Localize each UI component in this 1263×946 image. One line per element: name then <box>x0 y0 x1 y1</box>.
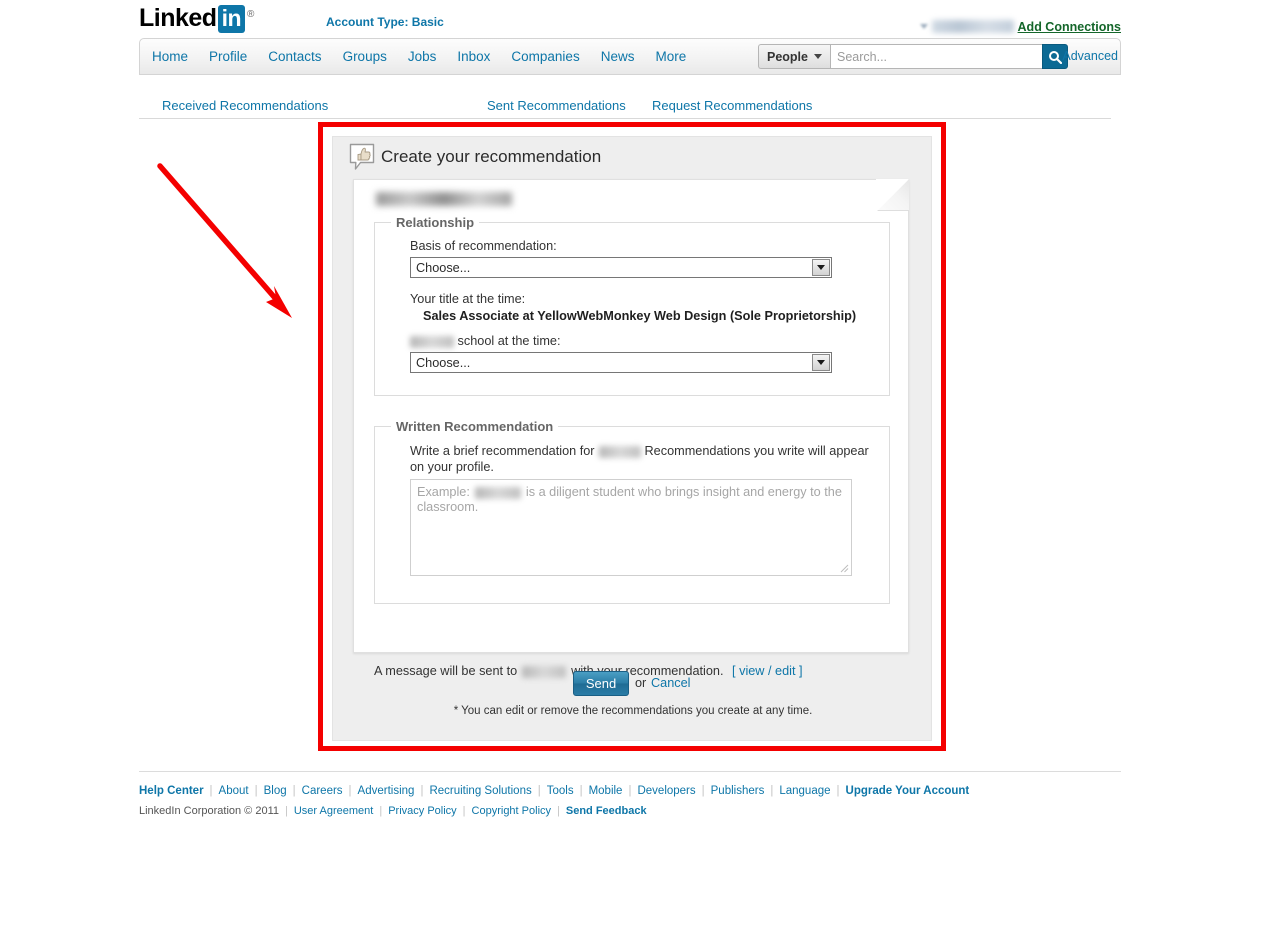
school-label: school at the time: <box>410 334 561 348</box>
written-intro-text: Write a brief recommendation for Recommen… <box>410 443 873 475</box>
textarea-placeholder-before: Example: <box>417 485 470 499</box>
footer-link-blog[interactable]: Blog <box>264 785 287 797</box>
footer-link-about[interactable]: About <box>219 785 249 797</box>
or-label: or <box>635 676 647 690</box>
nav-news[interactable]: News <box>601 49 635 64</box>
resize-handle-icon[interactable] <box>839 563 849 573</box>
footer-link-careers[interactable]: Careers <box>302 785 343 797</box>
textarea-name-redacted <box>474 486 521 499</box>
magnifier-icon <box>1049 50 1062 64</box>
footer-secondary-links: LinkedIn Corporation © 2011 | User Agreeme… <box>139 805 647 817</box>
recommendation-textarea[interactable]: Example: is a diligent student who brings… <box>410 479 852 576</box>
footer-link-privacy-policy[interactable]: Privacy Policy <box>388 805 456 817</box>
header-user-area: Add Connections <box>919 18 1121 36</box>
footer-link-help-center[interactable]: Help Center <box>139 785 204 797</box>
your-title-label: Your title at the time: <box>410 292 526 306</box>
chevron-down-icon[interactable] <box>812 354 830 371</box>
footer-primary-links: Help Center | About | Blog | Careers | Advertisi… <box>139 785 970 797</box>
footer-link-advertising[interactable]: Advertising <box>358 785 415 797</box>
school-select-value: Choose... <box>416 355 471 370</box>
chevron-down-icon[interactable] <box>812 259 830 276</box>
view-edit-open: [ <box>732 664 736 678</box>
view-edit-close: ] <box>799 664 803 678</box>
nav-home[interactable]: Home <box>152 49 188 64</box>
your-title-value: Sales Associate at YellowWebMonkey Web D… <box>423 309 857 323</box>
footer-link-upgrade-account[interactable]: Upgrade Your Account <box>846 785 970 797</box>
nav-links: Home Profile Contacts Groups Jobs Inbox Compan… <box>152 48 707 66</box>
nav-jobs[interactable]: Jobs <box>408 49 437 64</box>
edit-remove-note: * You can edit or remove the recommendat… <box>453 705 813 717</box>
cancel-link[interactable]: Cancel <box>651 676 691 690</box>
basis-of-recommendation-select[interactable]: Choose... <box>410 257 832 278</box>
footer-link-tools[interactable]: Tools <box>547 785 574 797</box>
footer-link-developers[interactable]: Developers <box>637 785 695 797</box>
footer-link-copyright-policy[interactable]: Copyright Policy <box>472 805 551 817</box>
footer-link-mobile[interactable]: Mobile <box>589 785 623 797</box>
nav-companies[interactable]: Companies <box>511 49 579 64</box>
tab-sent-recommendations[interactable]: Sent Recommendations <box>487 98 626 113</box>
nav-more[interactable]: More <box>655 49 686 64</box>
logo-word: Linked <box>139 4 217 32</box>
relationship-fieldset: Relationship Basis of recommendation: Ch… <box>374 215 890 396</box>
add-connections-link[interactable]: Add Connections <box>1018 20 1121 34</box>
basis-of-recommendation-label: Basis of recommendation: <box>410 239 557 253</box>
page-root: Linked in ® Account Type: Basic Add Connec… <box>0 0 1263 946</box>
advanced-search-link[interactable]: Advanced <box>1062 49 1118 63</box>
search-bar: People <box>758 44 1068 69</box>
written-recommendation-fieldset: Written Recommendation Write a brief rec… <box>374 419 890 604</box>
footer-link-user-agreement[interactable]: User Agreement <box>294 805 373 817</box>
panel-title: Create your recommendation <box>381 147 602 166</box>
written-intro-before: Write a brief recommendation for <box>410 444 595 458</box>
tab-received-recommendations[interactable]: Received Recommendations <box>162 98 328 113</box>
send-button[interactable]: Send <box>573 671 629 696</box>
search-scope-label: People <box>767 49 808 64</box>
footer-link-publishers[interactable]: Publishers <box>711 785 765 797</box>
basis-select-value: Choose... <box>416 260 471 275</box>
recommendation-card: Relationship Basis of recommendation: Ch… <box>353 179 909 678</box>
search-scope-dropdown[interactable]: People <box>758 44 830 69</box>
chevron-down-icon[interactable] <box>919 24 928 30</box>
create-recommendation-panel: Create your recommendation Relationship … <box>332 136 932 741</box>
written-recommendation-legend: Written Recommendation <box>391 419 559 434</box>
logo-registered-mark: ® <box>247 8 254 20</box>
relationship-legend: Relationship <box>391 215 480 230</box>
message-before: A message will be sent to <box>374 664 518 678</box>
school-select[interactable]: Choose... <box>410 352 832 373</box>
recipient-name-redacted <box>376 192 512 206</box>
view-edit-link[interactable]: view / edit <box>739 664 795 678</box>
school-label-suffix: school at the time: <box>457 334 561 348</box>
footer-link-recruiting-solutions[interactable]: Recruiting Solutions <box>429 785 531 797</box>
footer-copyright: LinkedIn Corporation © 2011 <box>139 805 279 817</box>
school-owner-redacted <box>410 335 454 348</box>
footer-link-send-feedback[interactable]: Send Feedback <box>566 805 647 817</box>
footer-divider <box>139 771 1121 772</box>
logo-in-badge: in <box>217 5 246 33</box>
nav-profile[interactable]: Profile <box>209 49 247 64</box>
global-header: Linked in ® Account Type: Basic Add Connec… <box>139 0 1121 38</box>
page-footer: Help Center | About | Blog | Careers | Advertisi… <box>139 771 1121 817</box>
nav-inbox[interactable]: Inbox <box>457 49 490 64</box>
annotation-arrow-icon <box>157 163 292 318</box>
recipient-inline-redacted <box>598 445 641 458</box>
tab-request-recommendations[interactable]: Request Recommendations <box>652 98 812 113</box>
nav-groups[interactable]: Groups <box>343 49 387 64</box>
chevron-down-icon <box>814 54 822 59</box>
nav-contacts[interactable]: Contacts <box>268 49 321 64</box>
message-recipient-redacted <box>522 665 567 678</box>
linkedin-logo[interactable]: Linked in ® <box>139 4 254 33</box>
account-type-label: Account Type: Basic <box>326 15 444 29</box>
user-name-redacted[interactable] <box>931 20 1014 34</box>
thumbs-up-bubble-icon <box>349 143 375 170</box>
search-input[interactable] <box>830 44 1042 69</box>
main-navigation-bar: Home Profile Contacts Groups Jobs Inbox Compan… <box>139 38 1121 75</box>
footer-link-language[interactable]: Language <box>779 785 830 797</box>
recommendations-tabs: Received Recommendations Sent Recommenda… <box>139 94 1111 119</box>
